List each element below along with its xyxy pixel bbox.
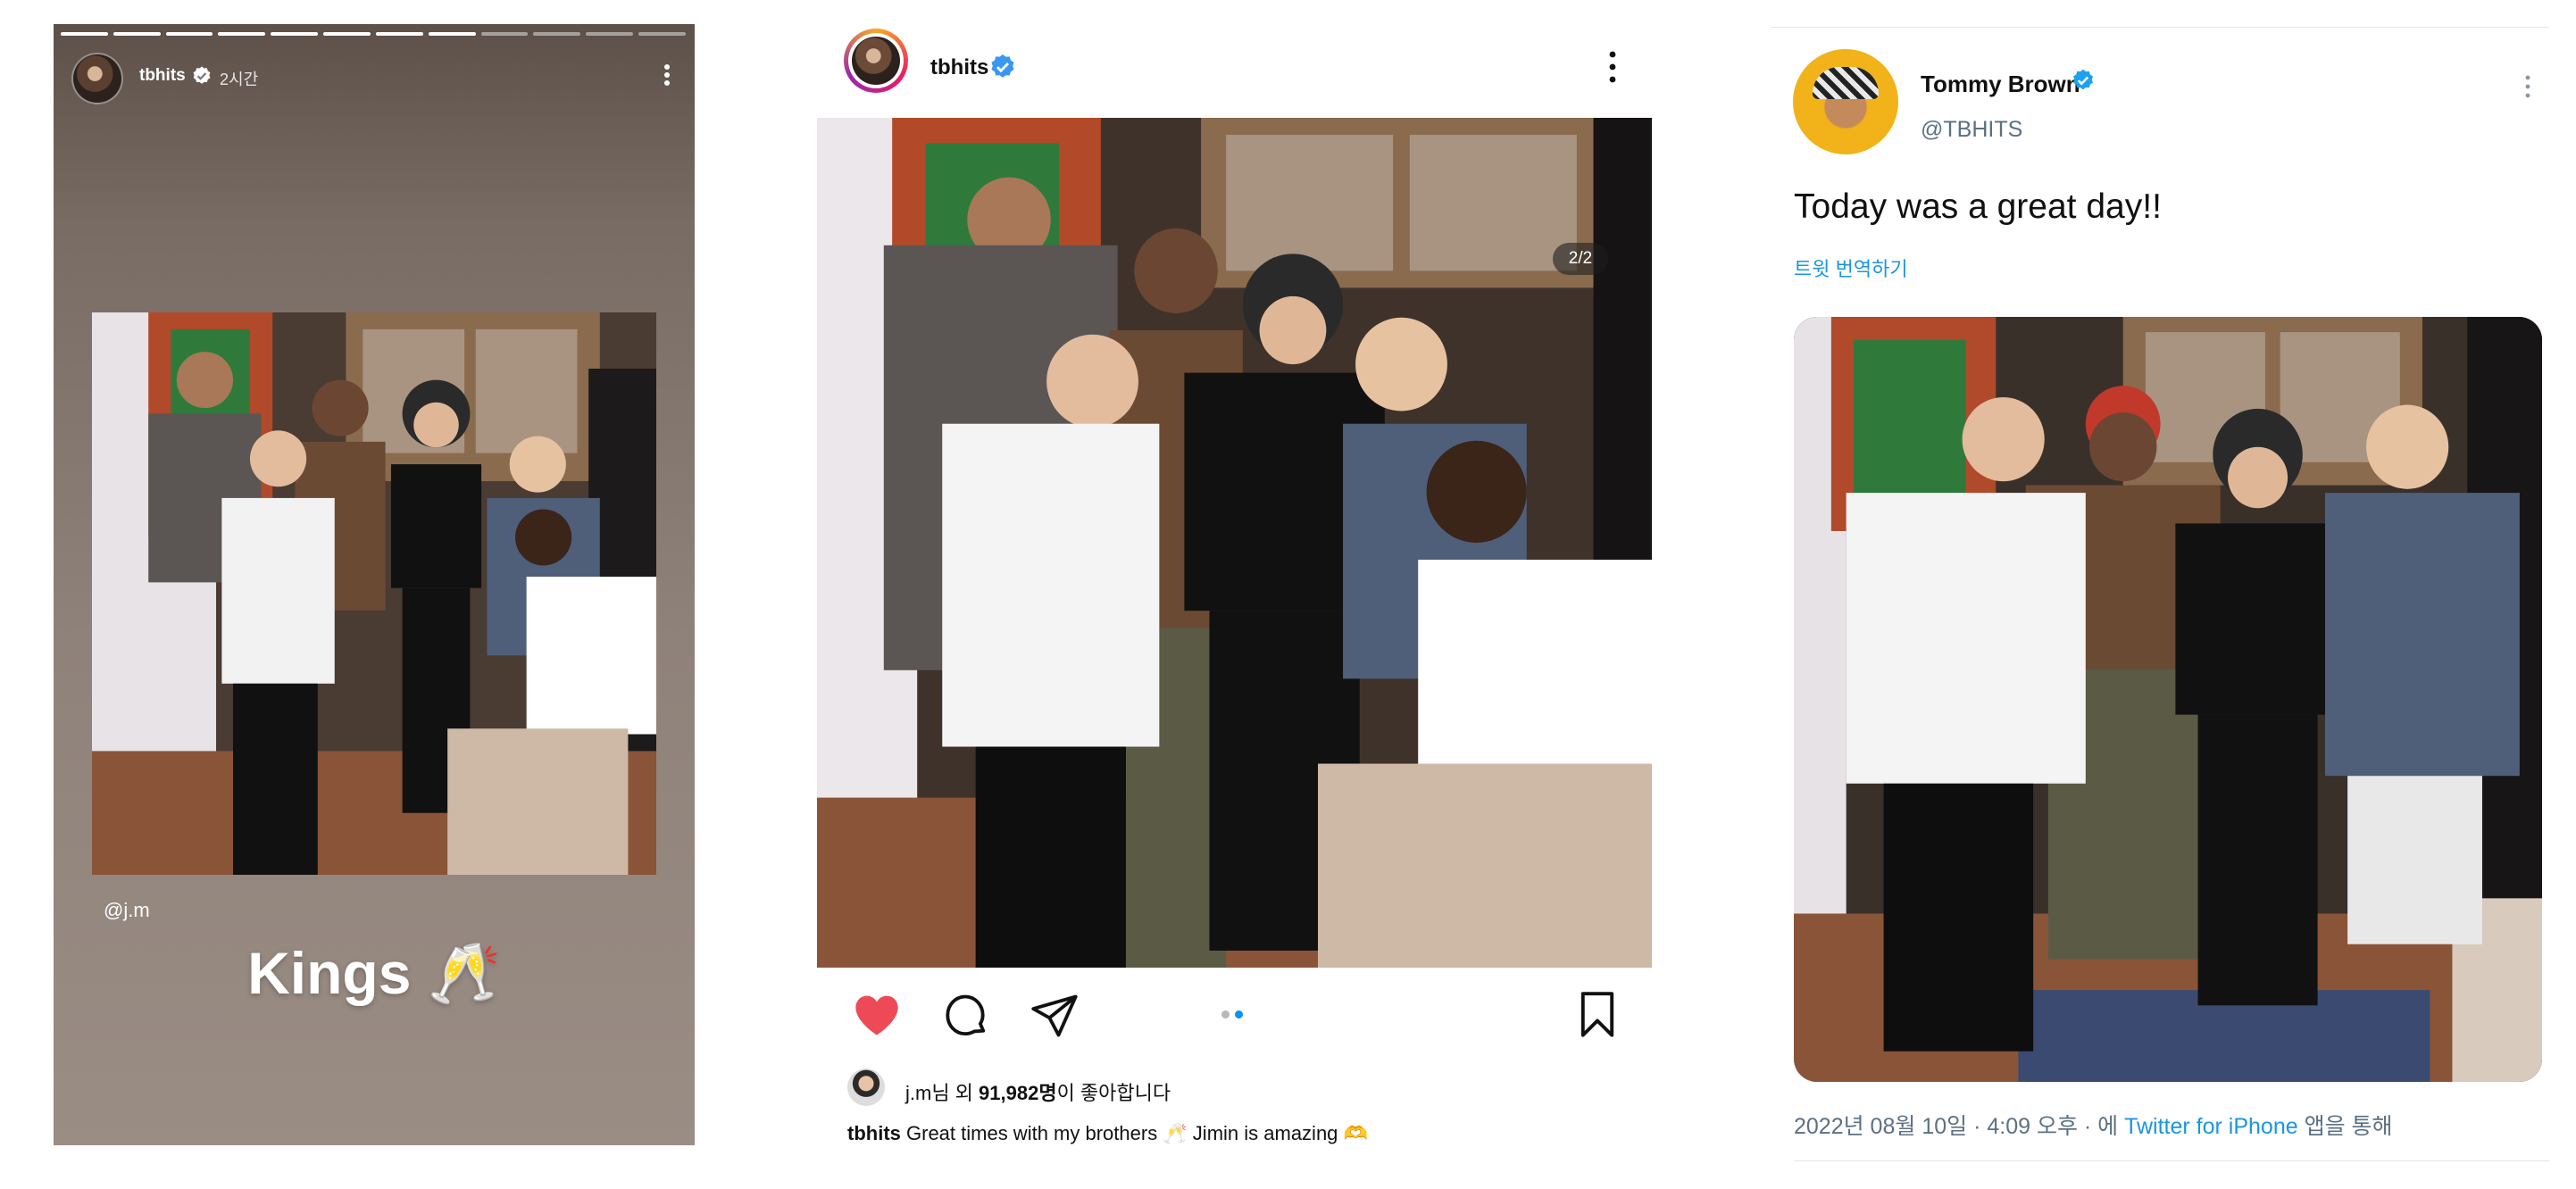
likes-count: 91,982명 [979, 1082, 1057, 1104]
caption-username[interactable]: tbhits [847, 1122, 901, 1144]
verified-badge-icon [991, 54, 1014, 78]
tweet-source-suffix: 앱을 통해 [2297, 1114, 2393, 1139]
story-progress-segment [480, 32, 529, 36]
tweet-source-link[interactable]: Twitter for iPhone [2124, 1114, 2298, 1139]
story-progress-segment [271, 32, 319, 36]
story-viewer[interactable]: tbhits 2시간 @j.m Kings 🥂 [54, 24, 695, 1145]
story-caption: Kings 🥂 [247, 940, 501, 1006]
verified-badge-icon [193, 66, 211, 84]
story-progress-segment [323, 32, 371, 36]
story-progress-segment [165, 32, 213, 36]
tweet-photo[interactable] [1794, 317, 2542, 1082]
tweet-avatar[interactable] [1793, 49, 1898, 154]
likes-suffix: 이 좋아합니다 [1056, 1082, 1171, 1104]
likes-prefix: j.m님 외 [905, 1082, 980, 1104]
verified-badge-icon [2073, 69, 2093, 90]
instagram-post: tbhits 2/2 j.m님 외 91,982명이 좋아합니다 tbhits … [817, 24, 1652, 1176]
story-progress-segment [586, 32, 634, 36]
story-progress-segment [218, 32, 266, 36]
tweet-display-name[interactable]: Tommy Brown [1921, 71, 2080, 98]
tweet-metadata: 2022년 08월 10일 · 4:09 오후 · 에 Twitter for … [1794, 1109, 2393, 1141]
story-progress-segment [113, 32, 161, 36]
carousel-dots [1221, 1010, 1243, 1019]
story-mention[interactable]: @j.m [104, 899, 150, 922]
carousel-dot-active [1235, 1010, 1243, 1019]
divider [1794, 1160, 2549, 1161]
story-progress-segment [428, 32, 476, 36]
story-username[interactable]: tbhits [139, 66, 186, 86]
story-progress-segment [533, 32, 581, 36]
story-time: 2시간 [220, 71, 259, 88]
comment-icon[interactable] [940, 993, 990, 1041]
liker-avatar[interactable] [847, 1068, 885, 1106]
divider [1771, 27, 2549, 28]
post-caption: tbhits Great times with my brothers 🥂 Ji… [847, 1122, 1368, 1145]
tweet: Tommy Brown @TBHITS Today was a great da… [1771, 0, 2576, 1189]
carousel-dot [1221, 1010, 1230, 1019]
group-photo-illustration [92, 312, 656, 875]
story-progress-segment [638, 32, 686, 36]
tweet-text: Today was a great day!! [1794, 187, 2162, 226]
group-photo-illustration [817, 118, 1652, 968]
story-progress-segment [61, 32, 108, 36]
likes-summary[interactable]: j.m님 외 91,982명이 좋아합니다 [905, 1077, 1171, 1106]
post-username[interactable]: tbhits [930, 55, 988, 80]
story-avatar[interactable] [71, 53, 123, 104]
tweet-date: 2022년 08월 10일 · 4:09 오후 · 에 [1794, 1114, 2125, 1139]
carousel-counter: 2/2 [1553, 243, 1608, 275]
story-photo [92, 312, 656, 875]
more-vertical-icon[interactable] [1599, 49, 1626, 85]
post-avatar[interactable] [844, 29, 908, 93]
more-vertical-icon[interactable] [2521, 73, 2535, 100]
story-progress-segment [375, 32, 423, 36]
post-photo[interactable]: 2/2 [817, 118, 1652, 968]
bookmark-icon[interactable] [1578, 991, 1617, 1039]
group-photo-illustration [1794, 317, 2542, 1082]
more-vertical-icon[interactable] [654, 62, 680, 88]
translate-tweet-link[interactable]: 트윗 번역하기 [1794, 254, 1908, 282]
share-icon[interactable] [1030, 993, 1080, 1039]
caption-text: Great times with my brothers 🥂 Jimin is … [900, 1122, 1368, 1144]
tweet-handle[interactable]: @TBHITS [1921, 117, 2022, 143]
heart-icon[interactable] [853, 993, 901, 1037]
story-progress-bar [61, 32, 686, 36]
